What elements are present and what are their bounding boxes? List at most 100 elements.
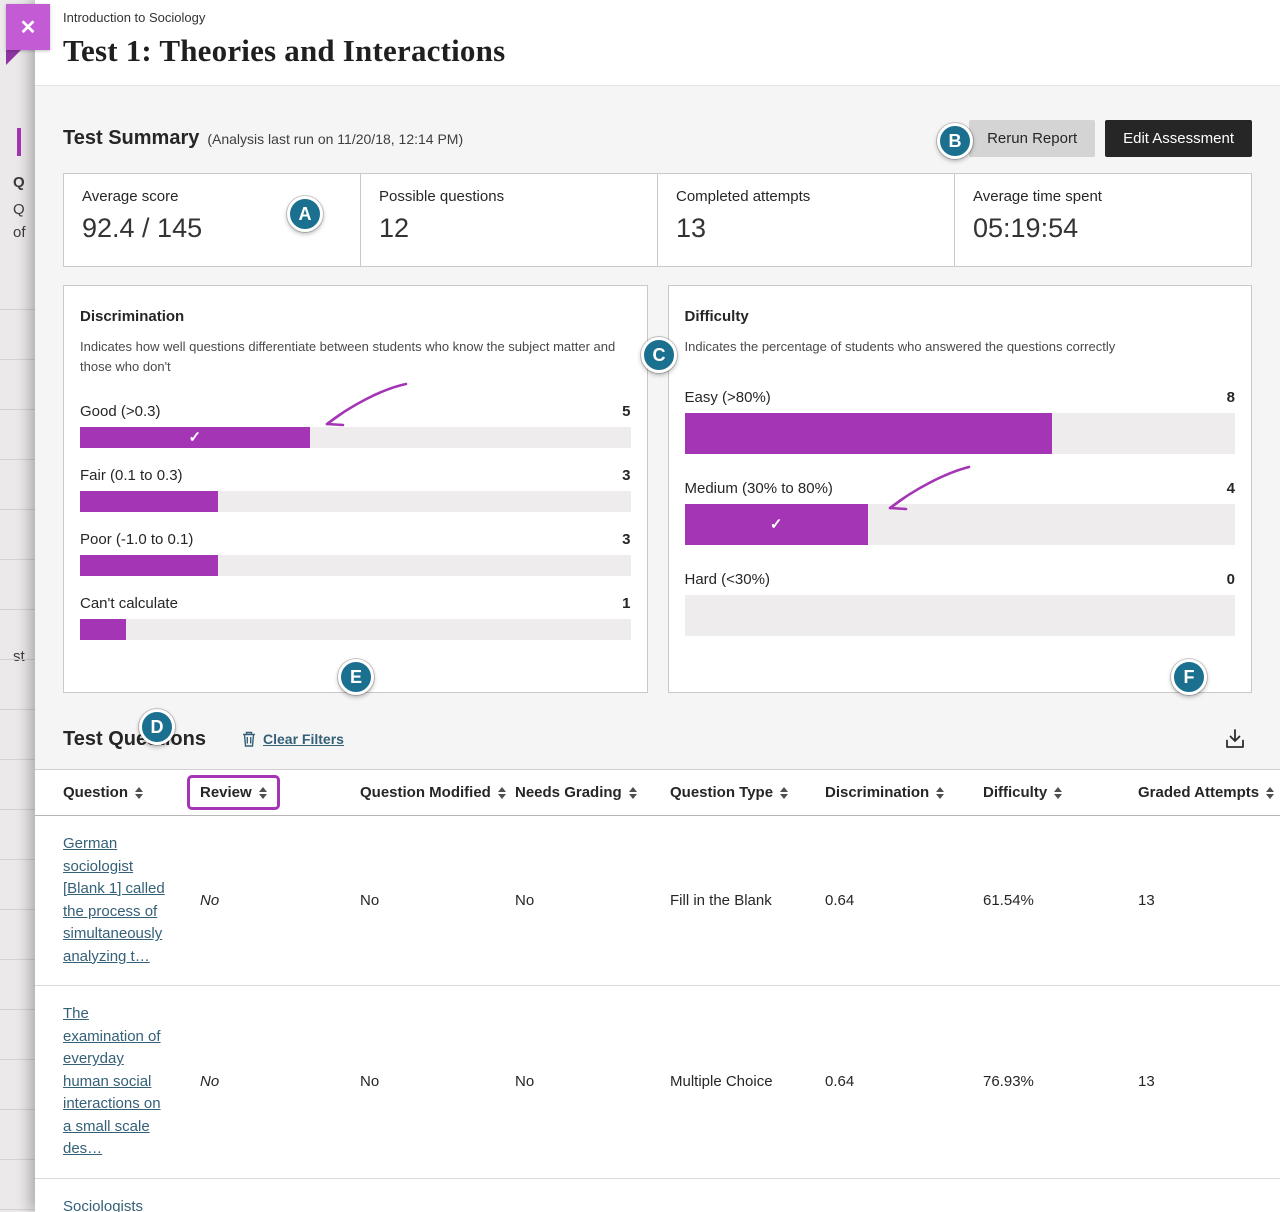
bar-row-fair: Fair (0.1 to 0.3) 3 xyxy=(80,467,631,512)
stat-value: 12 xyxy=(379,213,639,244)
table-row: German sociologist [Blank 1] called the … xyxy=(35,816,1280,986)
sort-icon[interactable] xyxy=(936,787,944,799)
bar-count: 3 xyxy=(622,467,630,484)
table-row: The examination of everyday human social… xyxy=(35,986,1280,1179)
close-icon: ✕ xyxy=(20,15,37,40)
stat-label: Completed attempts xyxy=(676,188,936,205)
column-header-discrimination[interactable]: Discrimination xyxy=(825,784,983,801)
column-header-graded-attempts[interactable]: Graded Attempts xyxy=(1138,784,1280,801)
checkmark-icon: ✓ xyxy=(188,430,201,445)
question-link[interactable]: The examination of everyday human social… xyxy=(63,1003,171,1161)
column-header-question[interactable]: Question xyxy=(63,784,200,801)
close-ribbon-fold xyxy=(6,50,21,65)
analysis-last-run-note: (Analysis last run on 11/20/18, 12:14 PM… xyxy=(207,131,463,147)
question-link[interactable]: Sociologists may conduct cross-cultural … xyxy=(63,1196,171,1212)
bar-label: Fair (0.1 to 0.3) xyxy=(80,467,183,484)
column-header-needs-grading[interactable]: Needs Grading xyxy=(515,784,670,801)
annotation-badge-d: D xyxy=(139,709,175,745)
panel-content: Test Summary (Analysis last run on 11/20… xyxy=(35,85,1280,1212)
sort-icon[interactable] xyxy=(1054,787,1062,799)
column-label: Discrimination xyxy=(825,784,929,801)
background-text-fragment: of xyxy=(13,224,26,241)
review-column-highlight: Review xyxy=(187,775,280,810)
discrimination-value: 0.64 xyxy=(825,1073,983,1090)
bar-fill: ✓ xyxy=(80,427,310,448)
panel-header: Introduction to Sociology Test 1: Theori… xyxy=(35,0,1280,85)
background-accent-tick xyxy=(17,128,21,156)
clear-filters-label: Clear Filters xyxy=(263,731,344,747)
graded-attempts-value: 13 xyxy=(1138,892,1280,909)
column-header-question-type[interactable]: Question Type xyxy=(670,784,825,801)
bar-fill xyxy=(80,555,218,576)
column-header-question-modified[interactable]: Question Modified xyxy=(360,784,515,801)
column-label: Difficulty xyxy=(983,784,1047,801)
column-header-review[interactable]: Review xyxy=(200,775,360,810)
annotation-arrow-good-bar xyxy=(320,380,410,432)
needs-grading-value: No xyxy=(515,892,670,909)
bar-label: Hard (<30%) xyxy=(685,571,770,588)
bar-row-cant-calculate: Can't calculate 1 xyxy=(80,595,631,640)
close-button[interactable]: ✕ xyxy=(6,4,50,50)
annotation-badge-a: A xyxy=(287,196,323,232)
bar-label: Easy (>80%) xyxy=(685,389,771,406)
bar-count: 5 xyxy=(622,403,630,420)
bar-fill xyxy=(685,413,1052,454)
stat-label: Average time spent xyxy=(973,188,1233,205)
column-label: Graded Attempts xyxy=(1138,784,1259,801)
edit-assessment-button[interactable]: Edit Assessment xyxy=(1105,120,1252,157)
stat-value: 13 xyxy=(676,213,936,244)
stat-value: 05:19:54 xyxy=(973,213,1233,244)
page-title: Test 1: Theories and Interactions xyxy=(63,33,1252,69)
question-type-value: Multiple Choice xyxy=(670,1073,825,1090)
rerun-report-button[interactable]: Rerun Report xyxy=(969,120,1095,157)
sort-icon[interactable] xyxy=(1266,787,1274,799)
bar-count: 4 xyxy=(1227,480,1235,497)
sort-icon[interactable] xyxy=(135,787,143,799)
test-questions-heading: Test Questions xyxy=(63,728,206,751)
sort-icon[interactable] xyxy=(259,787,267,799)
bar-count: 8 xyxy=(1227,389,1235,406)
table-header-row: Question Review Question Modified Needs … xyxy=(35,770,1280,816)
background-text-fragment: Q xyxy=(13,201,25,218)
column-header-difficulty[interactable]: Difficulty xyxy=(983,784,1138,801)
bar-row-poor: Poor (-1.0 to 0.1) 3 xyxy=(80,531,631,576)
question-link[interactable]: German sociologist [Blank 1] called the … xyxy=(63,833,171,968)
sort-icon[interactable] xyxy=(498,787,506,799)
test-summary-heading: Test Summary xyxy=(63,127,199,150)
background-table-lines xyxy=(0,260,35,1212)
bar-track xyxy=(685,595,1236,636)
download-icon xyxy=(1223,727,1247,751)
stat-average-time-spent: Average time spent 05:19:54 xyxy=(954,174,1251,266)
annotation-arrow-medium-bar xyxy=(883,462,973,516)
column-label: Review xyxy=(200,784,252,801)
discrimination-subtitle: Indicates how well questions differentia… xyxy=(80,337,631,377)
annotation-badge-f: F xyxy=(1171,659,1207,695)
discrimination-value: 0.64 xyxy=(825,892,983,909)
question-modified-value: No xyxy=(360,1073,515,1090)
breadcrumb: Introduction to Sociology xyxy=(63,10,1252,25)
column-label: Needs Grading xyxy=(515,784,622,801)
column-label: Question xyxy=(63,784,128,801)
test-summary-header: Test Summary (Analysis last run on 11/20… xyxy=(35,86,1280,157)
annotation-badge-c: C xyxy=(641,337,677,373)
download-results-button[interactable] xyxy=(1218,723,1252,755)
bar-row-hard: Hard (<30%) 0 xyxy=(685,571,1236,636)
annotation-badge-e: E xyxy=(338,659,374,695)
table-row: Sociologists may conduct cross-cultural … xyxy=(35,1179,1280,1212)
question-type-value: Fill in the Blank xyxy=(670,892,825,909)
stat-possible-questions: Possible questions 12 xyxy=(360,174,657,266)
summary-stats-row: Average score 92.4 / 145 Possible questi… xyxy=(63,173,1252,267)
sort-icon[interactable] xyxy=(780,787,788,799)
bar-fill: ✓ xyxy=(685,504,868,545)
question-modified-value: No xyxy=(360,892,515,909)
clear-filters-link[interactable]: Clear Filters xyxy=(242,731,344,747)
stat-completed-attempts: Completed attempts 13 xyxy=(657,174,954,266)
bar-count: 0 xyxy=(1227,571,1235,588)
checkmark-icon: ✓ xyxy=(770,517,783,532)
bar-label: Can't calculate xyxy=(80,595,178,612)
trash-icon xyxy=(242,731,256,747)
bar-row-easy: Easy (>80%) 8 xyxy=(685,389,1236,454)
column-label: Question Type xyxy=(670,784,773,801)
sort-icon[interactable] xyxy=(629,787,637,799)
graded-attempts-value: 13 xyxy=(1138,1073,1280,1090)
